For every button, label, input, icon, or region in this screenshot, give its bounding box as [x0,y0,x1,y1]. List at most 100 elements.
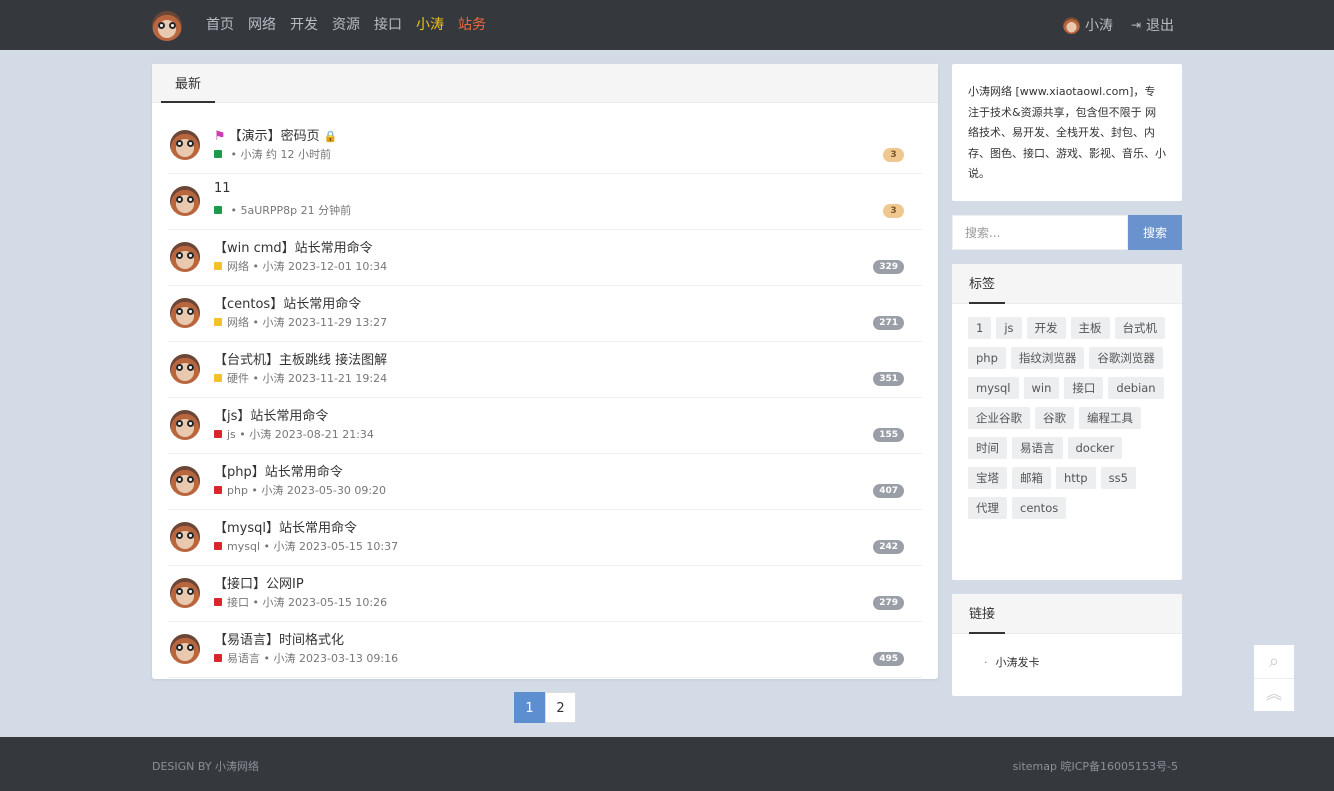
tag-list: 1 js 开发 主板 台式机 php 指纹浏览器 谷歌浏览器 mysql win 接口 debian 企… [952,304,1182,532]
tag-chip[interactable]: js [996,317,1022,339]
post-title[interactable]: ⚑ 【演示】密码页 🔒 [214,125,337,144]
nav-item[interactable]: 接口 [374,0,402,50]
tag-chip[interactable]: centos [1012,497,1067,519]
tag-chip[interactable]: 谷歌 [1035,407,1074,429]
sidebar-link[interactable]: 小涛发卡 [984,654,1150,670]
author-avatar[interactable] [170,578,200,608]
post-author[interactable]: 小涛 [240,146,262,162]
post-author[interactable]: 5aURPP8p [240,204,297,217]
post-title[interactable]: 【php】站长常用命令 [214,461,343,480]
author-avatar[interactable] [170,634,200,664]
post-category[interactable]: 网络 [227,314,249,330]
post-title[interactable]: 【js】站长常用命令 [214,405,328,424]
post-category[interactable]: 易语言 [227,650,260,666]
post-row[interactable]: ⚑ 【演示】密码页 🔒 • 小涛 约 12 小时前 3 [168,118,922,174]
post-title[interactable]: 【win cmd】站长常用命令 [214,237,373,256]
tag-chip[interactable]: 谷歌浏览器 [1089,347,1163,369]
author-avatar[interactable] [170,522,200,552]
nav-item[interactable]: 首页 [206,0,234,50]
nav-item[interactable]: 开发 [290,0,318,50]
tag-chip[interactable]: debian [1108,377,1164,399]
post-author[interactable]: 小涛 [262,370,284,386]
tab-latest[interactable]: 最新 [161,64,215,103]
tag-chip[interactable]: 易语言 [1012,437,1063,459]
tag-chip[interactable]: 开发 [1026,317,1066,339]
page-button[interactable]: 1 [514,692,545,723]
site-logo[interactable] [152,11,182,41]
page-button[interactable]: 2 [545,692,576,723]
post-row[interactable]: 【js】站长常用命令 js • 小涛 2023-08-21 21:34 155 [168,398,922,454]
nav-item[interactable]: 站务 [458,0,486,50]
post-meta: 易语言 • 小涛 2023-03-13 09:16 [214,650,398,666]
post-row[interactable]: 【centos】站长常用命令 网络 • 小涛 2023-11-29 13:27 27… [168,286,922,342]
post-category[interactable]: mysql [227,540,260,553]
category-dot [214,206,222,214]
post-title[interactable]: 【接口】公网IP [214,573,304,592]
tag-chip[interactable]: 1 [968,317,992,339]
post-title[interactable]: 11 [214,181,231,196]
author-avatar[interactable] [170,186,200,216]
tag-chip[interactable]: 代理 [968,497,1007,519]
post-category[interactable]: php [227,484,248,497]
post-category[interactable]: 接口 [227,594,249,610]
tag-chip[interactable]: 时间 [968,437,1007,459]
post-title[interactable]: 【易语言】时间格式化 [214,629,344,648]
post-row[interactable]: 【易语言】时间格式化 易语言 • 小涛 2023-03-13 09:16 495 [168,622,922,678]
post-meta: • 小涛 约 12 小时前 [214,146,331,162]
tag-chip[interactable]: 台式机 [1114,317,1166,339]
post-time: 2023-05-30 09:20 [286,483,387,497]
post-author[interactable]: 小涛 [249,426,271,442]
nav-item[interactable]: 资源 [332,0,360,50]
tag-chip[interactable]: docker [1067,437,1123,459]
post-row[interactable]: 11 • 5aURPP8p 21 分钟前 3 [168,174,922,230]
post-author[interactable]: 小涛 [262,258,284,274]
post-author[interactable]: 小涛 [262,594,284,610]
tag-chip[interactable]: 指纹浏览器 [1010,347,1085,369]
post-time: 2023-05-15 10:37 [298,539,399,553]
post-title[interactable]: 【mysql】站长常用命令 [214,517,357,536]
footer-links[interactable]: sitemap 晥ICP备16005153号-5 [1013,758,1178,774]
tag-chip[interactable]: win [1023,377,1060,399]
author-avatar[interactable] [170,354,200,384]
post-category[interactable]: js [227,428,236,441]
post-row[interactable]: 【接口】公网IP 接口 • 小涛 2023-05-15 10:26 279 [168,566,922,622]
tag-chip[interactable]: mysql [968,377,1019,399]
tag-chip[interactable]: 接口 [1064,377,1104,399]
post-title[interactable]: 【台式机】主板跳线 接法图解 [214,349,387,368]
category-dot [214,654,222,662]
post-author[interactable]: 小涛 [273,650,295,666]
post-category[interactable]: 网络 [227,258,249,274]
tag-chip[interactable]: 企业谷歌 [968,407,1030,429]
tag-chip[interactable]: 宝塔 [968,467,1007,489]
post-title[interactable]: 【centos】站长常用命令 [214,293,361,312]
back-to-top-button[interactable]: ︽ [1254,679,1294,711]
post-row[interactable]: 【php】站长常用命令 php • 小涛 2023-05-30 09:20 407 [168,454,922,510]
logout-button[interactable]: ⇥ 退出 [1131,15,1174,35]
tag-chip[interactable]: ss5 [1100,467,1136,489]
post-category[interactable]: 硬件 [227,370,249,386]
tag-chip[interactable]: 邮箱 [1012,467,1051,489]
user-avatar [1062,16,1080,34]
nav-item[interactable]: 小涛 [416,0,444,50]
tag-chip[interactable]: 编程工具 [1079,407,1141,429]
search-input[interactable] [952,215,1128,250]
footer-credit: DESIGN BY 小涛网络 [152,760,260,773]
author-avatar[interactable] [170,242,200,272]
post-row[interactable]: 【台式机】主板跳线 接法图解 硬件 • 小涛 2023-11-21 19:24 35… [168,342,922,398]
post-author[interactable]: 小涛 [262,314,284,330]
search-float-button[interactable]: ⌕ [1254,645,1294,679]
nav-item[interactable]: 网络 [248,0,276,50]
post-row[interactable]: 【mysql】站长常用命令 mysql • 小涛 2023-05-15 10:37… [168,510,922,566]
tag-chip[interactable]: http [1056,467,1096,489]
search-button[interactable]: 搜索 [1128,215,1182,250]
post-author[interactable]: 小涛 [261,482,283,498]
author-avatar[interactable] [170,410,200,440]
tag-chip[interactable]: 主板 [1070,317,1110,339]
tag-chip[interactable]: php [968,347,1006,369]
post-author[interactable]: 小涛 [273,538,295,554]
post-row[interactable]: 【win cmd】站长常用命令 网络 • 小涛 2023-12-01 10:34 3… [168,230,922,286]
author-avatar[interactable] [170,130,200,160]
author-avatar[interactable] [170,466,200,496]
user-menu[interactable]: 小涛 [1062,15,1113,35]
author-avatar[interactable] [170,298,200,328]
